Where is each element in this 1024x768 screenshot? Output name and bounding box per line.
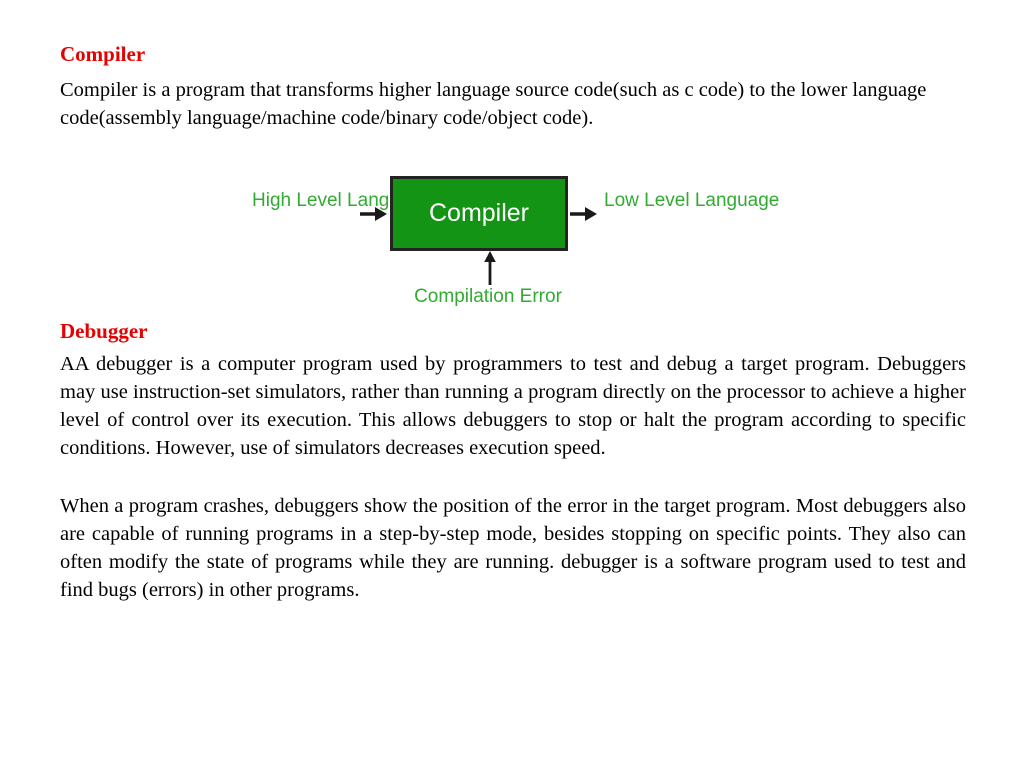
diagram-label-low-level-language: Low Level Language (604, 190, 780, 211)
arrow-right-icon-output (570, 204, 598, 224)
compiler-flow-diagram: High Level Language Compiler Low Level L… (252, 168, 780, 343)
diagram-label-compilation-error: Compilation Error (414, 286, 562, 307)
section-heading-debugger: Debugger (60, 319, 148, 343)
diagram-label-high-level-language: High Level Language (252, 190, 432, 211)
section-heading-compiler: Compiler (60, 42, 146, 66)
compiler-box: Compiler (390, 176, 568, 251)
paragraph-compiler-definition: Compiler is a program that transforms hi… (60, 79, 927, 129)
arrow-right-icon-input (360, 204, 388, 224)
arrow-up-icon-compilation-error (480, 251, 500, 285)
slide-canvas: Compiler Compiler is a program that tran… (0, 0, 1024, 768)
compiler-box-label: Compiler (428, 199, 530, 227)
paragraph-debugger-definition: AA debugger is a computer program used b… (60, 353, 966, 459)
paragraph-debugger-behavior: When a program crashes, debuggers show t… (60, 495, 966, 601)
